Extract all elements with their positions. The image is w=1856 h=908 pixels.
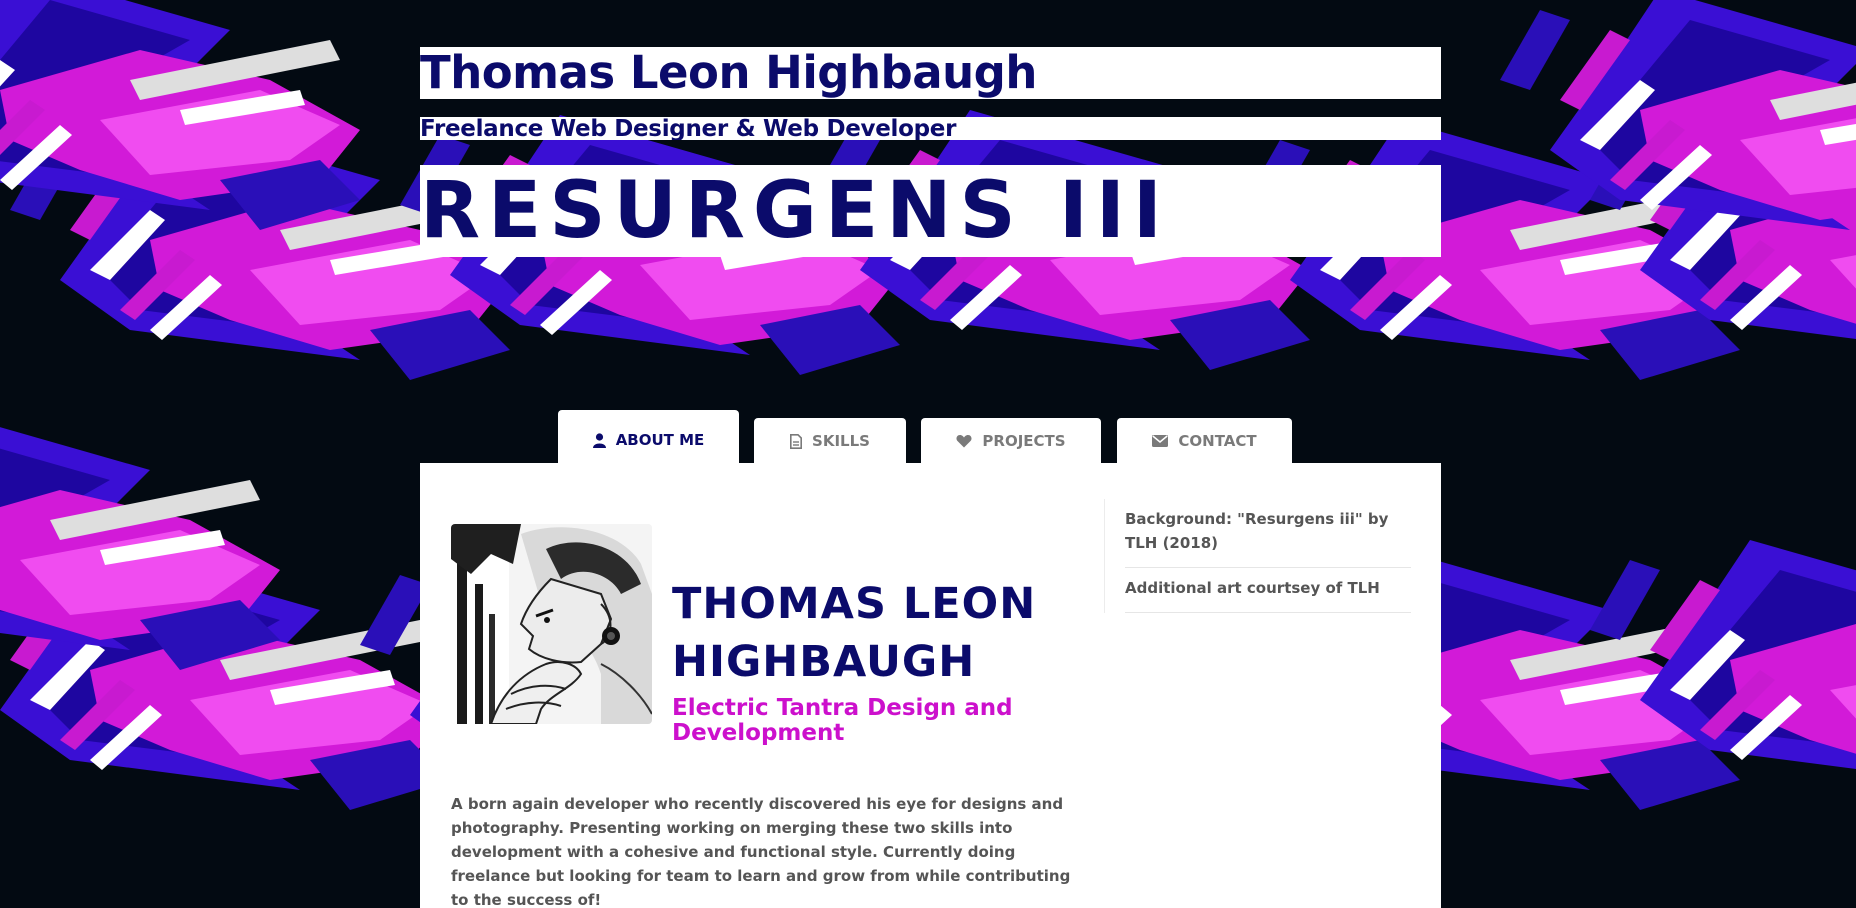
tab-about-me[interactable]: ABOUT ME: [558, 410, 739, 464]
artwork-title: RESURGENS III: [420, 165, 1441, 257]
tab-skills-label: SKILLS: [812, 432, 870, 450]
credit-art: Additional art courtsey of TLH: [1125, 568, 1411, 613]
site-title: Thomas Leon Highbaugh: [420, 47, 1441, 99]
profile-bio: A born again developer who recently disc…: [451, 795, 1071, 908]
about-me-panel: THOMAS LEON HIGHBAUGH Electric Tantra De…: [420, 463, 1441, 908]
tab-projects-label: PROJECTS: [982, 432, 1066, 450]
credits-sidebar: Background: "Resurgens iii" by TLH (2018…: [1104, 499, 1411, 613]
profile-company: Electric Tantra Design and Development: [672, 695, 1013, 746]
heart-icon: [956, 434, 972, 448]
tab-contact-label: CONTACT: [1178, 432, 1257, 450]
profile-name: THOMAS LEON HIGHBAUGH: [672, 579, 1037, 687]
tab-about-me-label: ABOUT ME: [615, 431, 705, 449]
site-subtitle: Freelance Web Designer & Web Developer: [420, 117, 1441, 140]
tab-contact[interactable]: CONTACT: [1117, 418, 1292, 464]
document-icon: [790, 433, 803, 449]
tab-projects[interactable]: PROJECTS: [921, 418, 1101, 464]
envelope-icon: [1152, 435, 1169, 447]
profile-photo: [451, 524, 652, 724]
credit-background: Background: "Resurgens iii" by TLH (2018…: [1125, 499, 1411, 568]
tab-skills[interactable]: SKILLS: [754, 418, 906, 464]
user-icon: [592, 432, 606, 448]
